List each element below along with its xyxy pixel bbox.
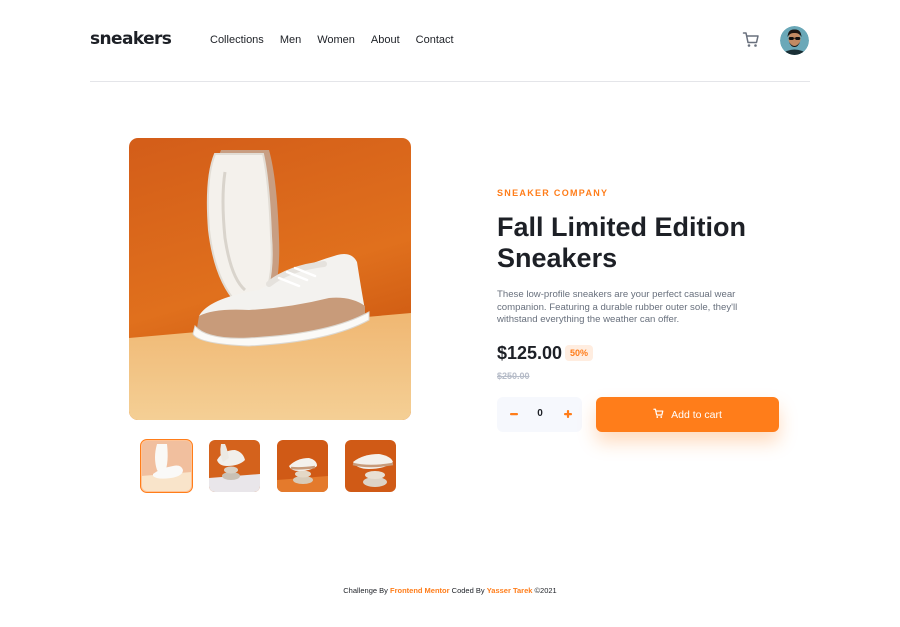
- add-to-cart-label: Add to cart: [671, 408, 722, 421]
- thumbnail-4[interactable]: [345, 440, 396, 492]
- add-to-cart-button[interactable]: Add to cart: [596, 397, 779, 432]
- thumbnail-2[interactable]: [209, 440, 260, 492]
- product-title: Fall Limited Edition Sneakers: [497, 212, 746, 273]
- footer-suffix: ©2021: [534, 586, 557, 595]
- minus-icon[interactable]: [505, 405, 523, 423]
- attribution-footer: Challenge By Frontend Mentor Coded By Ya…: [0, 586, 900, 595]
- company-label: SNEAKER COMPANY: [497, 188, 609, 198]
- site-logo[interactable]: sneakers: [90, 29, 172, 49]
- product-main-image[interactable]: [129, 138, 411, 420]
- product-price: $125.00: [497, 343, 563, 363]
- nav-link-about[interactable]: About: [371, 34, 400, 46]
- site-header: sneakers Collections Men Women About Con…: [90, 0, 810, 82]
- author-link[interactable]: Yasser Tarek: [487, 586, 533, 595]
- quantity-value: 0: [537, 408, 543, 419]
- footer-middle: Coded By: [451, 586, 485, 595]
- product-description: These low-profile sneakers are your perf…: [497, 289, 738, 325]
- main-nav: Collections Men Women About Contact: [210, 34, 470, 46]
- nav-link-men[interactable]: Men: [280, 34, 301, 46]
- cart-icon[interactable]: [742, 31, 760, 49]
- discount-badge: 50%: [565, 345, 594, 361]
- quantity-stepper: 0: [497, 397, 582, 432]
- cart-icon: [653, 408, 664, 422]
- thumbnail-1[interactable]: [140, 439, 193, 493]
- nav-link-women[interactable]: Women: [317, 34, 355, 46]
- original-price: $250.00: [497, 371, 530, 381]
- plus-icon[interactable]: [559, 405, 577, 423]
- thumbnail-3[interactable]: [277, 440, 328, 492]
- challenge-link[interactable]: Frontend Mentor: [390, 586, 450, 595]
- user-avatar[interactable]: [780, 26, 809, 55]
- thumbnail-strip: [140, 439, 396, 493]
- nav-link-contact[interactable]: Contact: [416, 34, 454, 46]
- footer-prefix: Challenge By: [343, 586, 388, 595]
- nav-link-collections[interactable]: Collections: [210, 34, 264, 46]
